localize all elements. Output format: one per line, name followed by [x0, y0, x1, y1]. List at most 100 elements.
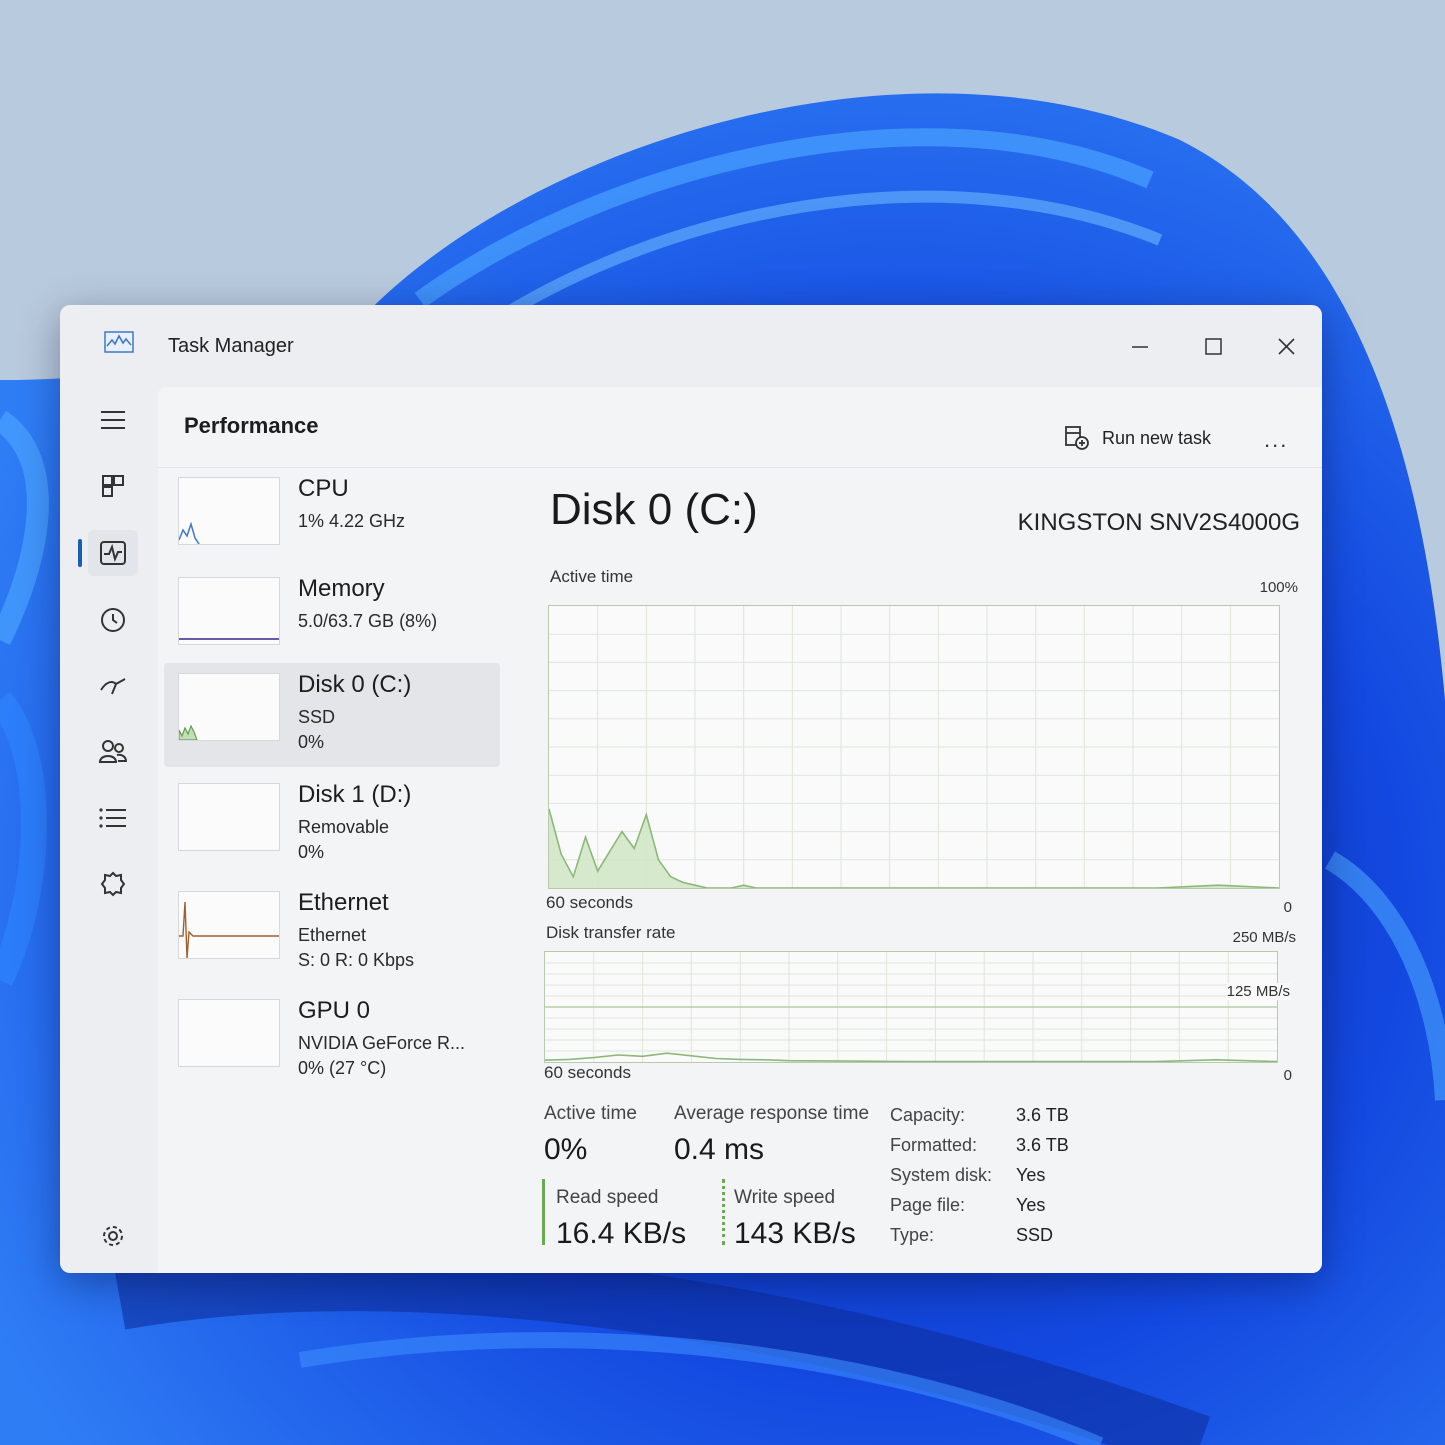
active-time-chart-min: 0: [1283, 899, 1292, 916]
formatted-label: Formatted:: [890, 1135, 978, 1155]
read-speed-value: 16.4 KB/s: [556, 1217, 687, 1250]
disk-title: Disk 0 (C:): [550, 485, 758, 534]
resource-type: SSD: [298, 707, 336, 727]
disk-0-thumbnail: [178, 673, 280, 741]
nav-processes[interactable]: [88, 463, 138, 509]
resource-name: CPU: [298, 475, 349, 502]
data-point: [690, 1055, 692, 1057]
transfer-rate-chart-mid: 125 MB/s: [1226, 983, 1290, 1000]
task-manager-window: Task Manager Performance Run new task ..…: [60, 305, 1322, 1273]
data-point: [715, 1057, 717, 1060]
page-file-label: Page file:: [890, 1195, 966, 1215]
gpu-0-thumbnail: [178, 999, 280, 1067]
app-icon: [104, 331, 134, 353]
cpu-thumbnail: [178, 477, 280, 545]
data-point: [568, 1058, 570, 1060]
disk-detail-pane: Disk 0 (C:) KINGSTON SNV2S4000G Active t…: [538, 467, 1300, 1273]
title-bar[interactable]: Task Manager: [60, 305, 1322, 385]
write-speed-indicator: [722, 1179, 725, 1245]
transfer-rate-chart-label: Disk transfer rate: [546, 923, 676, 942]
performance-icon: [100, 541, 126, 565]
data-point: [621, 831, 623, 833]
resource-item-cpu[interactable]: CPU 1% 4.22 GHz: [164, 467, 500, 571]
transfer-rate-chart: [544, 951, 1278, 1063]
avg-response-stat-label: Average response time: [674, 1103, 870, 1124]
close-button[interactable]: [1266, 329, 1306, 365]
active-time-chart: [548, 605, 1280, 889]
resource-item-ethernet[interactable]: Ethernet Ethernet S: 0 R: 0 Kbps: [164, 881, 500, 985]
data-point: [617, 1054, 619, 1056]
processes-icon: [102, 475, 124, 497]
page-header: Performance Run new task ...: [158, 387, 1322, 468]
nav-services[interactable]: [88, 861, 138, 907]
system-disk-value: Yes: [1016, 1165, 1046, 1185]
transfer-rate-chart-max: 250 MB/s: [1232, 929, 1296, 946]
resource-usage: S: 0 R: 0 Kbps: [298, 950, 415, 970]
nav-app-history[interactable]: [88, 597, 138, 643]
active-time-chart-label: Active time: [550, 567, 634, 586]
disk-model: KINGSTON SNV2S4000G: [1017, 509, 1300, 536]
active-time-stat-value: 0%: [544, 1133, 588, 1166]
series-line: [544, 1052, 1278, 1063]
active-time-chart-max: 100%: [1259, 579, 1298, 596]
resource-item-gpu-0[interactable]: GPU 0 NVIDIA GeForce R... 0% (27 °C): [164, 989, 500, 1093]
settings-icon: [103, 1226, 123, 1246]
data-point: [1215, 1059, 1217, 1061]
ethernet-thumbnail: [178, 891, 280, 959]
data-point: [560, 853, 562, 855]
active-time-chart-timespan: 60 seconds: [546, 893, 633, 912]
run-new-task-label: Run new task: [1102, 427, 1212, 448]
page-title: Performance: [184, 413, 319, 438]
resource-type: NVIDIA GeForce R...: [298, 1033, 466, 1053]
chart-grid: [545, 952, 1277, 1062]
resource-item-disk-1[interactable]: Disk 1 (D:) Removable 0%: [164, 773, 500, 877]
page-file-value: Yes: [1016, 1195, 1046, 1215]
more-options-button[interactable]: ...: [1264, 427, 1288, 453]
resource-name: Memory: [298, 575, 385, 602]
data-point: [642, 1055, 644, 1057]
hamburger-icon: [101, 411, 125, 429]
memory-thumbnail: [178, 577, 280, 645]
data-point: [739, 1058, 741, 1060]
minimize-button[interactable]: [1120, 329, 1160, 365]
resource-detail: 1% 4.22 GHz: [298, 511, 406, 531]
formatted-value: 3.6 TB: [1016, 1135, 1069, 1155]
resource-name: Ethernet: [298, 889, 389, 916]
data-point: [593, 1057, 595, 1059]
resource-type: Removable: [298, 817, 390, 837]
navigation-bar: [60, 385, 156, 1273]
resource-name: GPU 0: [298, 997, 371, 1024]
active-nav-indicator: [78, 539, 82, 567]
startup-apps-icon: [100, 678, 126, 695]
resource-detail: SSD 0%: [298, 705, 335, 755]
chart-grid: [549, 606, 1279, 888]
write-speed-label: Write speed: [734, 1187, 836, 1208]
details-icon: [99, 808, 126, 828]
window-title: Task Manager: [168, 335, 294, 357]
resource-item-memory[interactable]: Memory 5.0/63.7 GB (8%): [164, 567, 500, 671]
data-point: [645, 814, 647, 816]
maximize-button[interactable]: [1193, 329, 1233, 365]
hamburger-menu-button[interactable]: [88, 397, 138, 443]
nav-settings[interactable]: [88, 1213, 138, 1259]
data-point: [633, 847, 635, 850]
resource-item-disk-0[interactable]: Disk 0 (C:) SSD 0%: [164, 663, 500, 767]
nav-startup-apps[interactable]: [88, 663, 138, 709]
write-speed-value: 143 KB/s: [734, 1217, 856, 1250]
capacity-value: 3.6 TB: [1016, 1105, 1069, 1125]
data-point: [597, 870, 599, 872]
data-point: [764, 1059, 766, 1061]
data-point: [609, 850, 611, 852]
resource-detail: NVIDIA GeForce R... 0% (27 °C): [298, 1031, 465, 1081]
system-disk-label: System disk:: [890, 1165, 993, 1185]
data-point: [849, 1060, 851, 1062]
nav-users[interactable]: [88, 729, 138, 775]
nav-details[interactable]: [88, 795, 138, 841]
resource-name: Disk 0 (C:): [298, 671, 412, 698]
type-label: Type:: [890, 1225, 935, 1245]
run-new-task-button[interactable]: Run new task: [1064, 425, 1211, 451]
close-icon: [1278, 338, 1295, 355]
nav-performance[interactable]: [88, 530, 138, 576]
resource-usage: 0% (27 °C): [298, 1058, 387, 1078]
avg-response-stat-value: 0.4 ms: [674, 1133, 765, 1166]
